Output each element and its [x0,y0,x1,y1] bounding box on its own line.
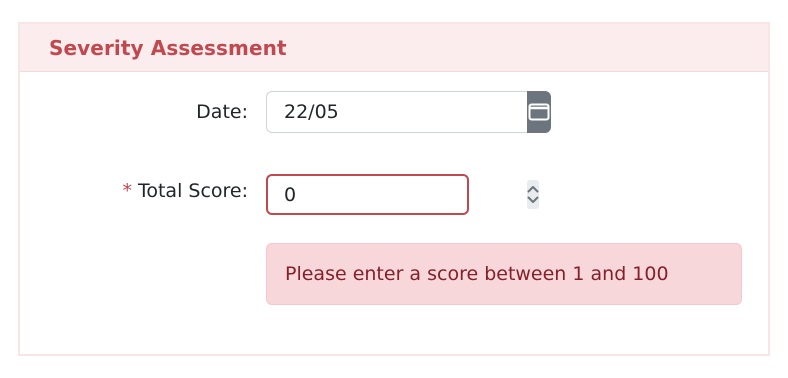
chevron-up-icon[interactable] [527,185,539,193]
date-input[interactable] [266,91,527,133]
required-marker: * [122,180,132,202]
date-label: Date: [196,101,248,123]
validation-error-alert: Please enter a score between 1 and 100 [266,243,742,305]
total-score-label: * Total Score: [122,180,248,202]
date-field-group [266,91,551,133]
calendar-icon [528,103,550,121]
panel-header: Severity Assessment [20,24,768,72]
score-spinner[interactable] [527,180,539,209]
panel-title: Severity Assessment [49,35,287,60]
total-score-input[interactable] [268,176,527,213]
total-score-field [266,174,539,215]
chevron-down-icon[interactable] [527,196,539,204]
severity-assessment-panel: Severity Assessment Date: *Total Score: … [18,22,770,356]
calendar-button[interactable] [527,91,551,133]
validation-error-message: Please enter a score between 1 and 100 [285,263,669,285]
total-score-label-text: Total Score: [137,180,248,202]
